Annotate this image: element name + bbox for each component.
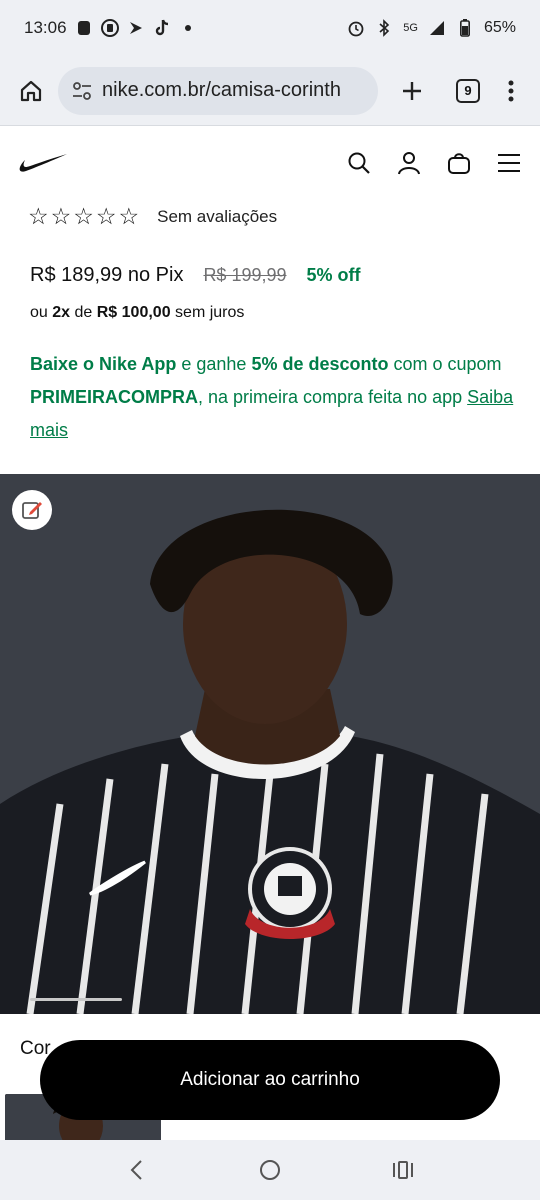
tab-count: 9: [456, 78, 480, 103]
address-bar[interactable]: nike.com.br/camisa-corinth: [58, 66, 378, 115]
back-icon: [130, 1160, 142, 1180]
star-empty-icon: ☆: [28, 203, 49, 229]
bluetooth-icon: [375, 19, 393, 37]
status-time: 13:06: [24, 18, 67, 37]
bag-icon[interactable]: [446, 150, 472, 176]
system-nav-bar: [0, 1140, 540, 1200]
back-button[interactable]: [117, 1150, 157, 1190]
tiktok-icon: [153, 19, 171, 37]
new-tab-button[interactable]: [390, 69, 434, 113]
app-promo-text: Baixe o Nike App e ganhe 5% de desconto …: [30, 354, 514, 440]
status-bar: 13:06 5G 65%: [0, 0, 540, 56]
recents-button[interactable]: [383, 1150, 423, 1190]
rating-text: Sem avaliações: [157, 206, 278, 226]
fist-app-icon: [100, 19, 119, 37]
recents-icon: [393, 1161, 414, 1179]
home-circle-icon: [259, 1160, 280, 1180]
home-icon: [20, 80, 42, 101]
alarm-icon: [347, 19, 365, 37]
edit-image-button[interactable]: [12, 490, 52, 530]
price-row: R$ 189,99 no Pix R$ 199,99 5% off: [30, 264, 361, 287]
product-photo: [0, 474, 540, 1014]
battery-level: 65%: [483, 19, 516, 36]
star-empty-icon: ☆: [73, 203, 94, 229]
plus-icon: [403, 81, 421, 100]
battery-icon: [456, 19, 474, 37]
product-image[interactable]: [0, 474, 540, 1014]
more-dot-icon: [179, 19, 197, 37]
star-empty-icon: ☆: [95, 203, 117, 229]
browser-toolbar: nike.com.br/camisa-corinth 9: [0, 56, 540, 126]
rating-stars: ☆ ☆ ☆ ☆ ☆: [28, 205, 139, 228]
carousel-indicator: [30, 998, 122, 1001]
browser-menu-button[interactable]: [496, 69, 526, 113]
network-type: 5G: [403, 22, 418, 34]
star-empty-icon: ☆: [118, 203, 140, 229]
home-button[interactable]: [14, 74, 48, 108]
discount-badge: 5% off: [306, 265, 361, 285]
installment-info: ou 2x de R$ 100,00 sem juros: [30, 304, 245, 321]
notification-b-icon: [75, 19, 93, 37]
nike-logo-icon[interactable]: [18, 152, 68, 174]
play-arrow-icon: [127, 19, 145, 37]
site-header: [0, 126, 540, 200]
price-original: R$ 199,99: [203, 265, 287, 285]
star-empty-icon: ☆: [50, 203, 72, 229]
edit-image-icon: [22, 502, 42, 519]
search-icon[interactable]: [346, 150, 372, 176]
price-pix: R$ 189,99 no Pix: [30, 264, 184, 286]
site-settings-icon[interactable]: [70, 79, 94, 103]
home-nav-button[interactable]: [250, 1150, 290, 1190]
signal-icon: [428, 19, 446, 37]
add-to-cart-button[interactable]: Adicionar ao carrinho: [40, 1040, 500, 1120]
url-text: nike.com.br/camisa-corinth: [102, 79, 341, 101]
more-vert-icon: [508, 80, 514, 101]
account-icon[interactable]: [396, 150, 422, 176]
tab-switcher-button[interactable]: 9: [446, 69, 490, 113]
product-rating[interactable]: ☆ ☆ ☆ ☆ ☆ Sem avaliações: [28, 205, 277, 228]
menu-icon[interactable]: [496, 150, 522, 176]
